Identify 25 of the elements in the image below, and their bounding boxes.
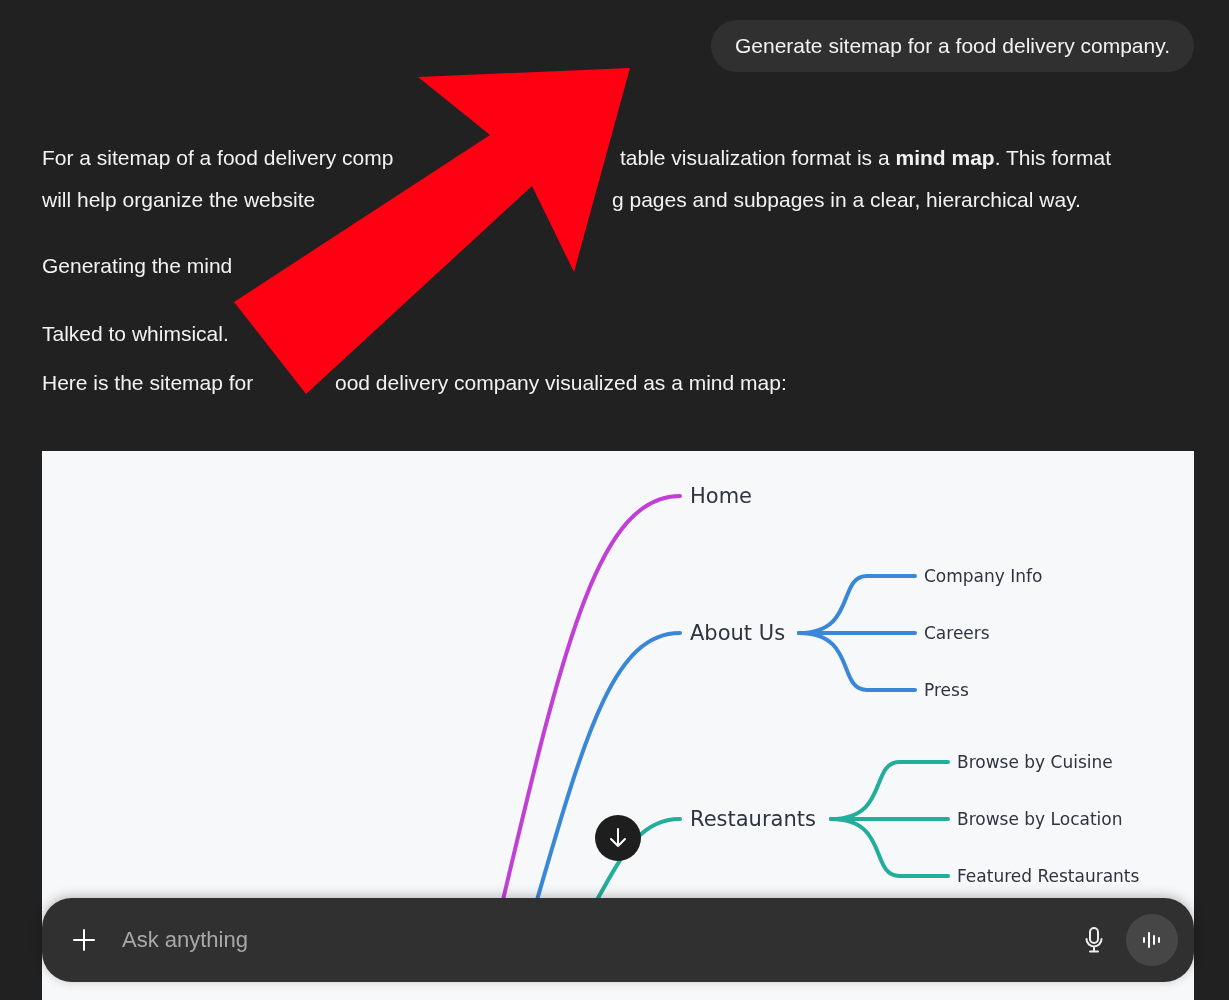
paragraph-text: will help organize the website — [42, 187, 316, 213]
message-field[interactable]: Ask anything — [42, 898, 1194, 982]
node-label: Press — [924, 680, 969, 700]
arrow-down-icon — [609, 828, 627, 848]
message-input[interactable]: Ask anything — [122, 927, 1085, 953]
node-label: About Us — [690, 621, 786, 645]
microphone-icon[interactable] — [1085, 927, 1103, 953]
node-label: Browse by Location — [957, 809, 1123, 829]
node-label: Restaurants — [690, 807, 816, 831]
waveform-icon — [1141, 930, 1163, 950]
paragraph-text: Here is the sitemap for — [42, 370, 254, 396]
node-label: Company Info — [924, 566, 1043, 586]
plus-icon[interactable] — [73, 929, 95, 951]
paragraph-text: g pages and subpages in a clear, hierarchical way. — [612, 187, 1081, 213]
voice-mode-button[interactable] — [1126, 914, 1178, 966]
node-label: Home — [690, 484, 752, 508]
paragraph-text: table visualization format is a mind map. This format — [620, 145, 1111, 171]
node-label: Careers — [924, 623, 990, 643]
user-message: Generate sitemap for a food delivery company. — [711, 20, 1194, 72]
paragraph-text: Talked to whimsical. — [42, 321, 229, 347]
paragraph-text: For a sitemap of a food delivery comp — [42, 145, 394, 171]
node-label: Featured Restaurants — [957, 866, 1140, 886]
node-label: Browse by Cuisine — [957, 752, 1113, 772]
paragraph-text: Generating the mind — [42, 253, 233, 279]
paragraph-text: ood delivery company visualized as a mind map: — [335, 370, 787, 396]
